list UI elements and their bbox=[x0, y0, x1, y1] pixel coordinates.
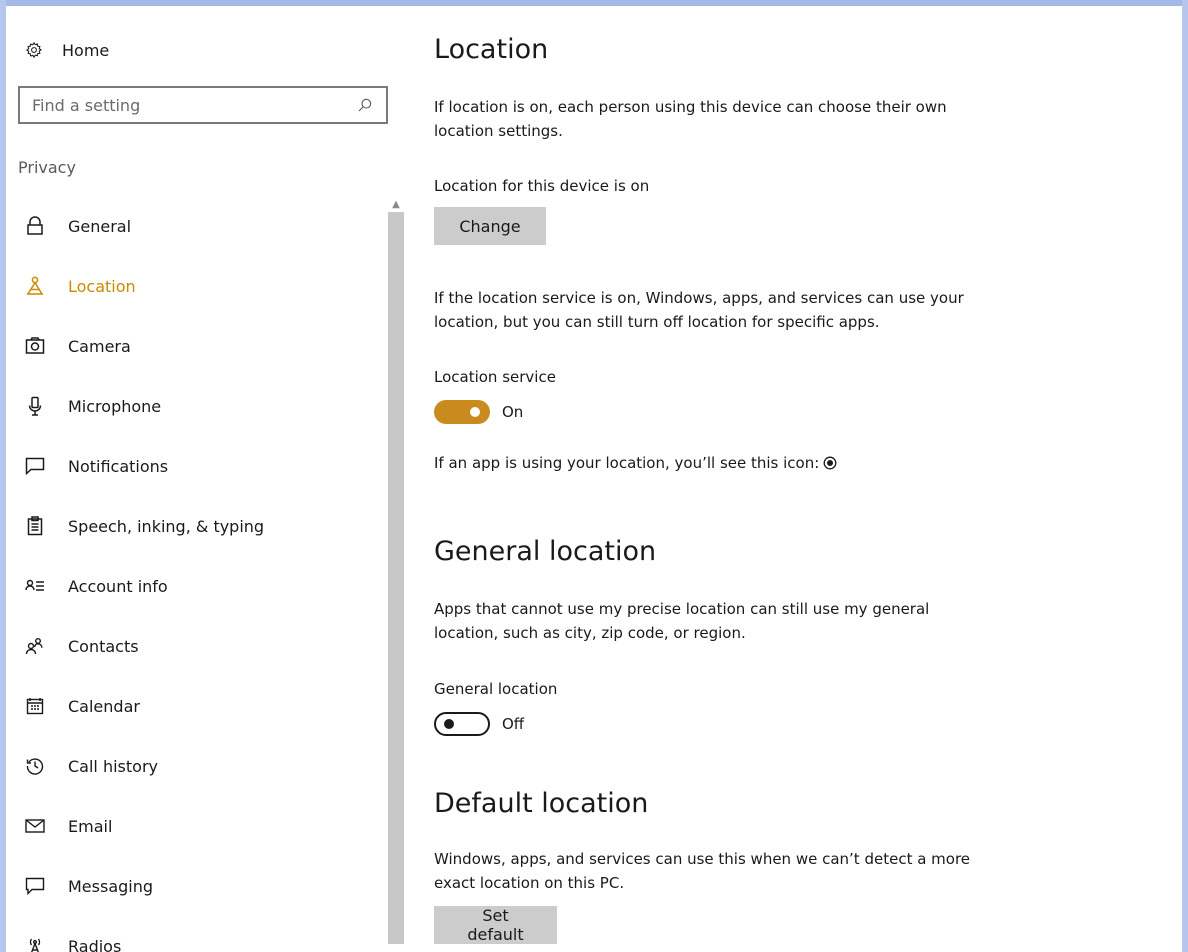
scroll-thumb[interactable] bbox=[388, 212, 404, 944]
search-box[interactable] bbox=[18, 86, 388, 124]
message-icon bbox=[24, 875, 46, 897]
camera-icon bbox=[24, 335, 46, 357]
sidebar-item-label: Email bbox=[68, 816, 113, 836]
sidebar-item-label: Camera bbox=[68, 336, 131, 356]
sidebar-item-label: Radios bbox=[68, 936, 122, 952]
location-person-icon bbox=[24, 275, 46, 297]
calendar-icon bbox=[24, 695, 46, 717]
sidebar-item-label: Calendar bbox=[68, 696, 140, 716]
sidebar-item-label: Account info bbox=[68, 576, 168, 596]
sidebar-item-label: Call history bbox=[68, 756, 158, 776]
window-right-border bbox=[1182, 0, 1188, 952]
sidebar-item-speech-inking-typing[interactable]: Speech, inking, & typing bbox=[6, 496, 388, 556]
section-label: Privacy bbox=[18, 158, 76, 177]
location-icon-note: If an app is using your location, you’ll… bbox=[434, 451, 994, 475]
set-default-button[interactable]: Set default bbox=[434, 906, 557, 944]
sidebar-item-general[interactable]: General bbox=[6, 196, 388, 256]
location-service-description: If the location service is on, Windows, … bbox=[434, 289, 964, 331]
device-location-status: Location for this device is on bbox=[434, 177, 650, 195]
search-input[interactable] bbox=[32, 95, 356, 115]
sidebar-item-camera[interactable]: Camera bbox=[6, 316, 388, 376]
lock-icon bbox=[24, 215, 46, 237]
main-content: Location If location is on, each person … bbox=[434, 0, 1182, 952]
location-in-use-icon bbox=[823, 456, 837, 470]
toggle-knob bbox=[444, 719, 454, 729]
general-location-label: General location bbox=[434, 680, 558, 698]
history-icon bbox=[24, 755, 46, 777]
sidebar-item-label: General bbox=[68, 216, 132, 236]
notification-icon bbox=[24, 455, 46, 477]
location-icon-note-text: If an app is using your location, you’ll… bbox=[434, 454, 820, 472]
sidebar-item-email[interactable]: Email bbox=[6, 796, 388, 856]
location-description: If location is on, each person using thi… bbox=[434, 98, 947, 140]
account-info-icon bbox=[24, 575, 46, 597]
default-location-heading: Default location bbox=[434, 788, 649, 819]
general-location-heading: General location bbox=[434, 536, 657, 567]
microphone-icon bbox=[24, 395, 46, 417]
sidebar-item-account-info[interactable]: Account info bbox=[6, 556, 388, 616]
toggle-knob bbox=[470, 407, 480, 417]
sidebar-item-contacts[interactable]: Contacts bbox=[6, 616, 388, 676]
sidebar-item-label: Speech, inking, & typing bbox=[68, 516, 265, 536]
general-location-toggle-row: Off bbox=[434, 712, 524, 736]
sidebar-item-label: Location bbox=[68, 276, 136, 296]
sidebar-item-radios[interactable]: Radios bbox=[6, 916, 388, 952]
location-service-toggle[interactable] bbox=[434, 400, 490, 424]
sidebar-item-label: Notifications bbox=[68, 456, 169, 476]
general-location-description: Apps that cannot use my precise location… bbox=[434, 600, 930, 642]
scroll-up-arrow-icon[interactable]: ▲ bbox=[388, 196, 404, 212]
sidebar-item-label: Messaging bbox=[68, 876, 154, 896]
general-location-state: Off bbox=[502, 715, 525, 733]
sidebar-item-location[interactable]: Location bbox=[6, 256, 388, 316]
mail-icon bbox=[24, 815, 46, 837]
sidebar-item-notifications[interactable]: Notifications bbox=[6, 436, 388, 496]
home-link[interactable]: Home bbox=[24, 36, 109, 64]
sidebar-item-label: Contacts bbox=[68, 636, 139, 656]
sidebar-item-microphone[interactable]: Microphone bbox=[6, 376, 388, 436]
change-button[interactable]: Change bbox=[434, 207, 546, 245]
location-service-state: On bbox=[502, 403, 524, 421]
clipboard-icon bbox=[24, 515, 46, 537]
radio-tower-icon bbox=[24, 935, 46, 952]
contacts-icon bbox=[24, 635, 46, 657]
gear-icon bbox=[24, 40, 44, 60]
location-service-toggle-row: On bbox=[434, 400, 523, 424]
location-service-label: Location service bbox=[434, 368, 556, 386]
sidebar-scrollbar[interactable]: ▲ bbox=[388, 196, 404, 952]
sidebar-item-call-history[interactable]: Call history bbox=[6, 736, 388, 796]
sidebar: Home Privacy General Location Camera bbox=[6, 6, 404, 952]
general-location-toggle[interactable] bbox=[434, 712, 490, 736]
page-title: Location bbox=[434, 34, 549, 65]
search-icon[interactable] bbox=[356, 96, 374, 114]
default-location-description: Windows, apps, and services can use this… bbox=[434, 850, 971, 892]
privacy-nav: General Location Camera Microphone Notif… bbox=[6, 196, 388, 952]
sidebar-item-messaging[interactable]: Messaging bbox=[6, 856, 388, 916]
home-label: Home bbox=[62, 40, 110, 60]
sidebar-item-calendar[interactable]: Calendar bbox=[6, 676, 388, 736]
sidebar-item-label: Microphone bbox=[68, 396, 162, 416]
